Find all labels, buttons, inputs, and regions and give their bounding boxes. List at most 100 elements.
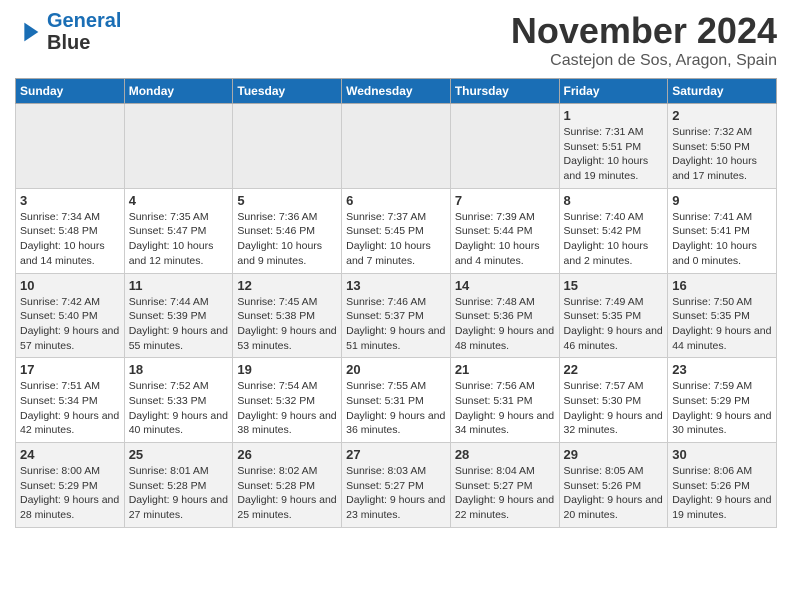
day-number: 17 — [20, 362, 120, 377]
calendar-table: SundayMondayTuesdayWednesdayThursdayFrid… — [15, 78, 777, 528]
day-info: Sunrise: 7:45 AM Sunset: 5:38 PM Dayligh… — [237, 295, 337, 354]
day-info: Sunrise: 7:51 AM Sunset: 5:34 PM Dayligh… — [20, 379, 120, 438]
day-number: 27 — [346, 447, 446, 462]
day-info: Sunrise: 8:03 AM Sunset: 5:27 PM Dayligh… — [346, 464, 446, 523]
day-number: 13 — [346, 278, 446, 293]
day-info: Sunrise: 7:54 AM Sunset: 5:32 PM Dayligh… — [237, 379, 337, 438]
column-header-sunday: Sunday — [16, 79, 125, 104]
day-number: 22 — [564, 362, 664, 377]
day-info: Sunrise: 8:00 AM Sunset: 5:29 PM Dayligh… — [20, 464, 120, 523]
column-header-thursday: Thursday — [450, 79, 559, 104]
calendar-cell: 27 Sunrise: 8:03 AM Sunset: 5:27 PM Dayli… — [342, 443, 451, 528]
calendar-cell: 16Sunrise: 7:50 AM Sunset: 5:35 PM Dayli… — [668, 273, 777, 358]
day-info: Sunrise: 8:05 AM Sunset: 5:26 PM Dayligh… — [564, 464, 664, 523]
calendar-cell — [450, 104, 559, 189]
day-info: Sunrise: 7:41 AM Sunset: 5:41 PM Dayligh… — [672, 210, 772, 269]
calendar-cell: 2 Sunrise: 7:32 AM Sunset: 5:50 PM Daylig… — [668, 104, 777, 189]
day-number: 9 — [672, 193, 772, 208]
calendar-cell — [124, 104, 233, 189]
calendar-cell: 30 Sunrise: 8:06 AM Sunset: 5:26 PM Dayli… — [668, 443, 777, 528]
day-info: Sunrise: 7:55 AM Sunset: 5:31 PM Dayligh… — [346, 379, 446, 438]
day-info: Sunrise: 7:46 AM Sunset: 5:37 PM Dayligh… — [346, 295, 446, 354]
day-number: 25 — [129, 447, 229, 462]
day-info: Sunrise: 7:31 AM Sunset: 5:51 PM Dayligh… — [564, 125, 664, 184]
calendar-cell: 3 Sunrise: 7:34 AM Sunset: 5:48 PM Daylig… — [16, 188, 125, 273]
calendar-cell: 29 Sunrise: 8:05 AM Sunset: 5:26 PM Dayli… — [559, 443, 668, 528]
calendar-cell: 25 Sunrise: 8:01 AM Sunset: 5:28 PM Dayli… — [124, 443, 233, 528]
day-info: Sunrise: 7:32 AM Sunset: 5:50 PM Dayligh… — [672, 125, 772, 184]
month-title: November 2024 — [511, 10, 777, 52]
day-number: 11 — [129, 278, 229, 293]
day-info: Sunrise: 7:59 AM Sunset: 5:29 PM Dayligh… — [672, 379, 772, 438]
calendar-cell: 5 Sunrise: 7:36 AM Sunset: 5:46 PM Daylig… — [233, 188, 342, 273]
column-header-tuesday: Tuesday — [233, 79, 342, 104]
calendar-cell — [233, 104, 342, 189]
calendar-cell: 7 Sunrise: 7:39 AM Sunset: 5:44 PM Daylig… — [450, 188, 559, 273]
day-info: Sunrise: 7:44 AM Sunset: 5:39 PM Dayligh… — [129, 295, 229, 354]
calendar-cell: 6 Sunrise: 7:37 AM Sunset: 5:45 PM Daylig… — [342, 188, 451, 273]
calendar-cell: 20Sunrise: 7:55 AM Sunset: 5:31 PM Dayli… — [342, 358, 451, 443]
column-header-wednesday: Wednesday — [342, 79, 451, 104]
calendar-cell: 8Sunrise: 7:40 AM Sunset: 5:42 PM Daylig… — [559, 188, 668, 273]
calendar-cell: 1 Sunrise: 7:31 AM Sunset: 5:51 PM Daylig… — [559, 104, 668, 189]
calendar-cell: 18 Sunrise: 7:52 AM Sunset: 5:33 PM Dayli… — [124, 358, 233, 443]
day-number: 18 — [129, 362, 229, 377]
calendar-header: SundayMondayTuesdayWednesdayThursdayFrid… — [16, 79, 777, 104]
calendar-cell: 22 Sunrise: 7:57 AM Sunset: 5:30 PM Dayli… — [559, 358, 668, 443]
day-info: Sunrise: 7:34 AM Sunset: 5:48 PM Dayligh… — [20, 210, 120, 269]
column-header-monday: Monday — [124, 79, 233, 104]
day-info: Sunrise: 8:02 AM Sunset: 5:28 PM Dayligh… — [237, 464, 337, 523]
calendar-cell: 28Sunrise: 8:04 AM Sunset: 5:27 PM Dayli… — [450, 443, 559, 528]
day-number: 29 — [564, 447, 664, 462]
day-number: 3 — [20, 193, 120, 208]
column-header-friday: Friday — [559, 79, 668, 104]
day-number: 14 — [455, 278, 555, 293]
calendar-cell: 10Sunrise: 7:42 AM Sunset: 5:40 PM Dayli… — [16, 273, 125, 358]
day-info: Sunrise: 7:57 AM Sunset: 5:30 PM Dayligh… — [564, 379, 664, 438]
day-number: 5 — [237, 193, 337, 208]
day-number: 1 — [564, 108, 664, 123]
day-info: Sunrise: 8:06 AM Sunset: 5:26 PM Dayligh… — [672, 464, 772, 523]
day-number: 19 — [237, 362, 337, 377]
day-info: Sunrise: 7:42 AM Sunset: 5:40 PM Dayligh… — [20, 295, 120, 354]
calendar-cell: 15 Sunrise: 7:49 AM Sunset: 5:35 PM Dayli… — [559, 273, 668, 358]
day-info: Sunrise: 7:35 AM Sunset: 5:47 PM Dayligh… — [129, 210, 229, 269]
calendar-cell: 19 Sunrise: 7:54 AM Sunset: 5:32 PM Dayli… — [233, 358, 342, 443]
calendar-cell: 24Sunrise: 8:00 AM Sunset: 5:29 PM Dayli… — [16, 443, 125, 528]
day-info: Sunrise: 7:37 AM Sunset: 5:45 PM Dayligh… — [346, 210, 446, 269]
day-info: Sunrise: 7:36 AM Sunset: 5:46 PM Dayligh… — [237, 210, 337, 269]
day-number: 21 — [455, 362, 555, 377]
day-info: Sunrise: 8:04 AM Sunset: 5:27 PM Dayligh… — [455, 464, 555, 523]
day-number: 8 — [564, 193, 664, 208]
logo-text: GeneralBlue — [47, 10, 121, 54]
calendar-cell: 14 Sunrise: 7:48 AM Sunset: 5:36 PM Dayli… — [450, 273, 559, 358]
day-info: Sunrise: 8:01 AM Sunset: 5:28 PM Dayligh… — [129, 464, 229, 523]
title-block: November 2024 Castejon de Sos, Aragon, S… — [511, 10, 777, 70]
day-number: 23 — [672, 362, 772, 377]
calendar-cell: 4 Sunrise: 7:35 AM Sunset: 5:47 PM Daylig… — [124, 188, 233, 273]
day-number: 12 — [237, 278, 337, 293]
calendar-cell: 17 Sunrise: 7:51 AM Sunset: 5:34 PM Dayli… — [16, 358, 125, 443]
day-number: 30 — [672, 447, 772, 462]
column-header-saturday: Saturday — [668, 79, 777, 104]
day-number: 2 — [672, 108, 772, 123]
calendar-cell: 21 Sunrise: 7:56 AM Sunset: 5:31 PM Dayli… — [450, 358, 559, 443]
day-info: Sunrise: 7:56 AM Sunset: 5:31 PM Dayligh… — [455, 379, 555, 438]
day-info: Sunrise: 7:52 AM Sunset: 5:33 PM Dayligh… — [129, 379, 229, 438]
calendar-cell: 11 Sunrise: 7:44 AM Sunset: 5:39 PM Dayli… — [124, 273, 233, 358]
day-info: Sunrise: 7:49 AM Sunset: 5:35 PM Dayligh… — [564, 295, 664, 354]
day-number: 6 — [346, 193, 446, 208]
day-info: Sunrise: 7:39 AM Sunset: 5:44 PM Dayligh… — [455, 210, 555, 269]
day-number: 15 — [564, 278, 664, 293]
day-info: Sunrise: 7:48 AM Sunset: 5:36 PM Dayligh… — [455, 295, 555, 354]
day-number: 26 — [237, 447, 337, 462]
day-info: Sunrise: 7:50 AM Sunset: 5:35 PM Dayligh… — [672, 295, 772, 354]
subtitle: Castejon de Sos, Aragon, Spain — [511, 52, 777, 70]
calendar-cell — [16, 104, 125, 189]
logo-icon — [15, 18, 43, 46]
day-number: 7 — [455, 193, 555, 208]
calendar-cell: 9 Sunrise: 7:41 AM Sunset: 5:41 PM Daylig… — [668, 188, 777, 273]
calendar-cell — [342, 104, 451, 189]
calendar-cell: 23 Sunrise: 7:59 AM Sunset: 5:29 PM Dayli… — [668, 358, 777, 443]
day-number: 4 — [129, 193, 229, 208]
